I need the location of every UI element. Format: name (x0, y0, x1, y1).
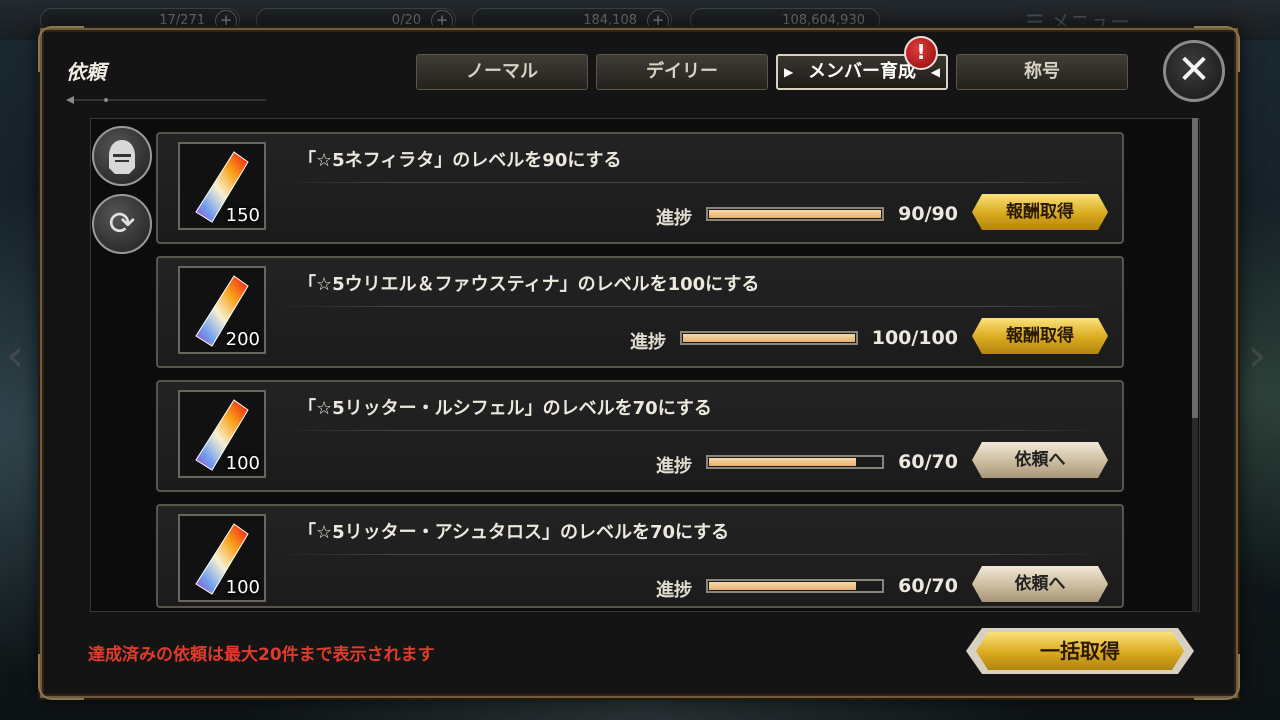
knight-helmet-icon (109, 140, 135, 174)
tab-label: メンバー育成 (808, 61, 916, 82)
go-to-quest-button[interactable]: 依頼へ (972, 442, 1108, 478)
footer-note: 達成済みの依頼は最大20件まで表示されます (88, 645, 435, 665)
tab-arrow-left-icon: ▶ (784, 65, 794, 79)
progress-label: 進捗 (656, 208, 692, 229)
dialog-title: 依頼 (66, 60, 106, 84)
claim-reward-button[interactable]: 報酬取得 (972, 194, 1108, 230)
reward-item: 100 (178, 390, 266, 478)
tab-normal[interactable]: ノーマル (416, 54, 588, 90)
gold-value: 184,108 (583, 13, 637, 28)
claim-all-button[interactable]: 一括取得 (966, 628, 1194, 674)
progress-count: 60/70 (898, 575, 958, 597)
reward-quantity: 150 (225, 205, 260, 226)
tab-label: ノーマル (466, 61, 538, 82)
divider (276, 554, 1106, 555)
close-icon: ✕ (1177, 47, 1211, 93)
quest-card: 100 「☆5リッター・ルシフェル」のレベルを70にする 進捗 60/70 依頼… (156, 380, 1124, 492)
progress-fill (709, 582, 857, 590)
divider (276, 430, 1106, 431)
quest-card: 150 「☆5ネフィラタ」のレベルを90にする 進捗 90/90 報酬取得 (156, 132, 1124, 244)
coin-value: 108,604,930 (782, 13, 865, 28)
progress-count: 100/100 (871, 327, 958, 349)
quest-text: 「☆5ウリエル＆ファウスティナ」のレベルを100にする (298, 274, 760, 295)
refresh-icon: ⟳ (108, 204, 136, 242)
profile-button[interactable] (92, 126, 152, 186)
ap-value: 17/271 (159, 13, 205, 28)
progress-count: 90/90 (898, 203, 958, 225)
progress-bar (680, 331, 858, 345)
divider (276, 182, 1106, 183)
divider (276, 306, 1106, 307)
alert-badge-icon: ! (904, 36, 938, 70)
quest-card: 200 「☆5ウリエル＆ファウスティナ」のレベルを100にする 進捗 100/1… (156, 256, 1124, 368)
tab-label: 称号 (1024, 61, 1060, 82)
progress-count: 60/70 (898, 451, 958, 473)
quest-text: 「☆5リッター・アシュタロス」のレベルを70にする (298, 522, 730, 543)
refresh-button[interactable]: ⟳ (92, 194, 152, 254)
reward-quantity: 200 (225, 329, 260, 350)
claim-reward-button[interactable]: 報酬取得 (972, 318, 1108, 354)
scrollbar-thumb[interactable] (1192, 118, 1198, 418)
frame-corner (1194, 654, 1240, 700)
go-to-quest-button[interactable]: 依頼へ (972, 566, 1108, 602)
bp-value: 0/20 (391, 13, 421, 28)
quest-card: 100 「☆5リッター・アシュタロス」のレベルを70にする 進捗 60/70 依… (156, 504, 1124, 608)
progress-label: 進捗 (630, 332, 666, 353)
reward-quantity: 100 (225, 453, 260, 474)
reward-quantity: 100 (225, 577, 260, 598)
progress-fill (683, 334, 855, 342)
claim-all-label: 一括取得 (976, 632, 1184, 670)
tab-label: デイリー (646, 61, 718, 82)
tab-daily[interactable]: デイリー (596, 54, 768, 90)
reward-item: 100 (178, 514, 266, 602)
reward-item: 200 (178, 266, 266, 354)
frame-corner (38, 654, 84, 700)
right-arrow-icon: › (1248, 328, 1267, 382)
progress-label: 進捗 (656, 456, 692, 477)
close-button[interactable]: ✕ (1163, 40, 1225, 102)
title-ornament (66, 96, 266, 104)
tab-titles[interactable]: 称号 (956, 54, 1128, 90)
reward-item: 150 (178, 142, 266, 230)
progress-fill (709, 458, 857, 466)
quest-text: 「☆5ネフィラタ」のレベルを90にする (298, 150, 622, 171)
left-arrow-icon: ‹ (6, 328, 25, 382)
quest-text: 「☆5リッター・ルシフェル」のレベルを70にする (298, 398, 712, 419)
scrollbar[interactable] (1192, 118, 1198, 612)
progress-label: 進捗 (656, 580, 692, 601)
